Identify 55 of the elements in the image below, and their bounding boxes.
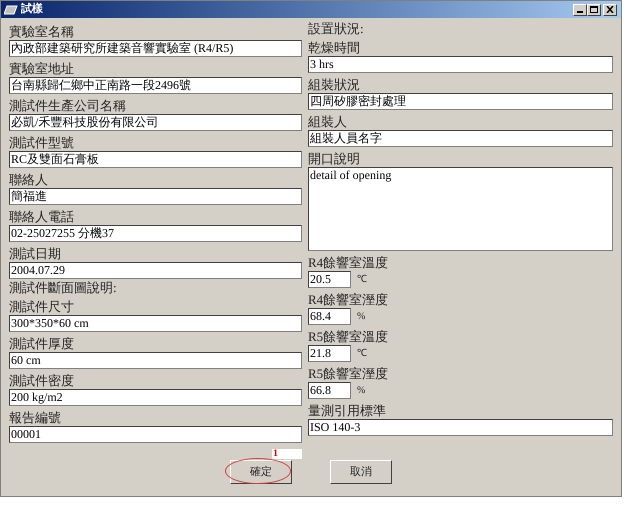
field-label: 乾燥時間 [308, 39, 360, 56]
field-label: 實驗室地址 [9, 60, 74, 77]
text-area[interactable]: detail of opening [308, 167, 613, 251]
text-field[interactable]: 台南縣歸仁鄉中正南路一段2496號 [9, 77, 302, 94]
unit-label: ℃ [357, 347, 368, 361]
field-label: 測試件生產公司名稱 [9, 97, 126, 114]
close-icon [606, 6, 614, 13]
field-label: 量測引用標準 [308, 402, 386, 419]
field-label: R4餘響室溼度 [308, 291, 388, 308]
field-label: 組裝人 [308, 113, 348, 130]
field-label: 測試件厚度 [9, 335, 74, 352]
field-label: R5餘響室溼度 [308, 365, 388, 382]
text-field[interactable]: 必凱/禾豐科技股份有限公司 [9, 114, 302, 131]
text-field[interactable]: 00001 [9, 426, 302, 443]
dialog-button[interactable]: 確定 [230, 460, 292, 484]
dialog-button[interactable]: 取消 [330, 460, 392, 484]
field-label: 測試件型號 [9, 134, 74, 151]
text-field[interactable]: 60 cm [9, 352, 302, 369]
unit-label: % [357, 310, 366, 324]
text-field[interactable]: 02-25027255 分機37 [9, 225, 302, 242]
field-label: R4餘響室溫度 [308, 254, 388, 271]
text-field[interactable]: ISO 140-3 [308, 419, 613, 436]
text-field[interactable]: 200 kg/m2 [9, 389, 302, 406]
window-title: 試樣 [21, 4, 43, 15]
number-field[interactable]: 20.5 [308, 271, 352, 288]
close-button[interactable] [603, 4, 617, 16]
field-label: 組裝狀況 [308, 76, 360, 93]
text-field[interactable]: 2004.07.29 [9, 262, 302, 279]
annotation-number: 1 [272, 448, 302, 459]
field-label: 開口說明 [308, 150, 360, 167]
text-field[interactable]: 300*350*60 cm [9, 315, 302, 332]
field-label: 實驗室名稱 [9, 23, 74, 40]
field-label: R5餘響室溫度 [308, 328, 388, 345]
section-heading: 測試件斷面圖說明: [9, 279, 117, 296]
text-field[interactable]: 簡福進 [9, 188, 302, 205]
field-label: 測試件尺寸 [9, 298, 74, 315]
number-field[interactable]: 68.4 [308, 308, 352, 325]
field-label: 測試日期 [9, 245, 61, 262]
maximize-button[interactable] [587, 4, 601, 16]
window-icon [4, 4, 18, 14]
field-label: 聯絡人 [9, 171, 48, 188]
unit-label: ℃ [357, 273, 368, 287]
text-field[interactable]: RC及雙面石膏板 [9, 151, 302, 168]
text-field[interactable]: 組裝人員名字 [308, 130, 613, 147]
number-field[interactable]: 66.8 [308, 382, 352, 399]
text-field[interactable]: 內政部建築研究所建築音響實驗室 (R4/R5) [9, 40, 302, 57]
text-field[interactable]: 四周矽膠密封處理 [308, 93, 613, 110]
section-heading: 設置狀況: [308, 20, 364, 37]
field-label: 聯絡人電話 [9, 208, 74, 225]
field-label: 報告編號 [9, 409, 61, 426]
field-label: 測試件密度 [9, 372, 74, 389]
number-field[interactable]: 21.8 [308, 345, 352, 362]
unit-label: % [357, 384, 366, 398]
text-field[interactable]: 3 hrs [308, 56, 613, 73]
minimize-button[interactable] [573, 4, 587, 16]
